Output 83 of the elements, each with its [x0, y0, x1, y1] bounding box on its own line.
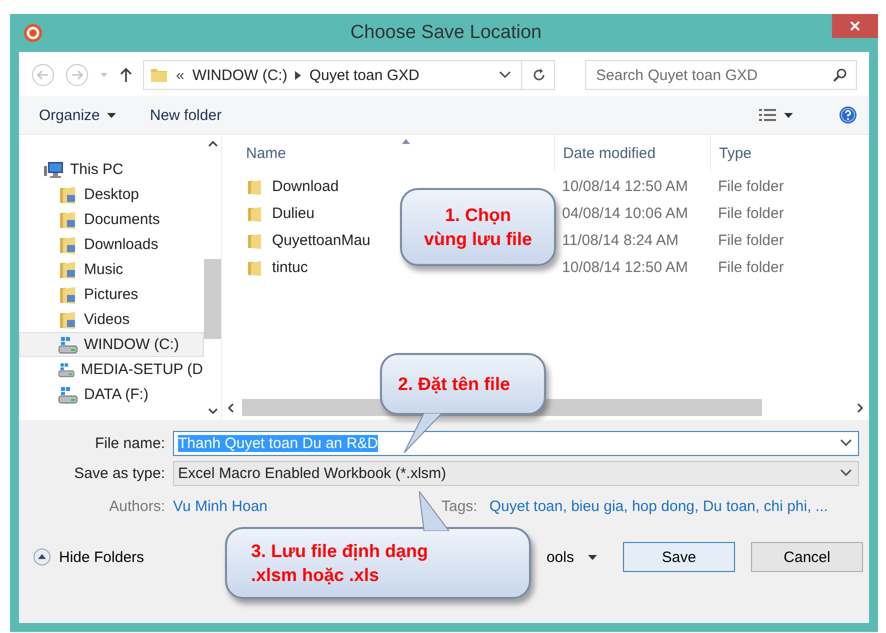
folder-icon: [58, 184, 78, 204]
dropdown-icon[interactable]: [840, 469, 852, 477]
file-type-dropdown[interactable]: Excel Macro Enabled Workbook (*.xlsm): [173, 460, 859, 486]
help-icon[interactable]: [839, 106, 857, 124]
up-arrow-icon[interactable]: [119, 67, 133, 83]
computer-icon: [44, 160, 64, 178]
hide-folders-button[interactable]: Hide Folders: [33, 548, 144, 566]
app-icon: [23, 23, 43, 43]
breadcrumb[interactable]: Quyet toan GXD: [309, 66, 420, 84]
column-header[interactable]: Name: [222, 135, 554, 171]
file-name[interactable]: tintuc: [272, 259, 308, 276]
field-label: Authors:: [108, 498, 166, 514]
save-button[interactable]: Save: [623, 542, 735, 572]
address-bar[interactable]: « WINDOW (C:) Quyet toan GXD: [143, 60, 555, 90]
field-label: Save as type:: [73, 464, 166, 482]
caret-icon: [588, 554, 597, 560]
breadcrumb[interactable]: WINDOW (C:): [192, 66, 288, 84]
folder-icon: [58, 310, 78, 330]
type-cell-text: File folder: [717, 205, 785, 222]
date-cell-text: 11/08/14 8:24 AM: [561, 232, 680, 249]
date-cell-text: 10/08/14 12:50 AM: [561, 259, 689, 276]
nav-item[interactable]: This PC: [19, 157, 204, 182]
tools-menu[interactable]: ools: [540, 548, 603, 566]
field-label: Tags:: [442, 498, 478, 514]
new-folder-button[interactable]: New folder: [144, 104, 228, 126]
date-cell-text: 04/08/14 10:06 AM: [561, 205, 689, 222]
type-cell-text: File folder: [717, 178, 785, 195]
folder-icon: [246, 204, 264, 222]
folder-icon: [58, 260, 78, 280]
search-icon: [833, 68, 847, 82]
scroll-left-icon[interactable]: [228, 402, 234, 412]
tags-link[interactable]: Quyet toan, bieu gia, hop dong, Du toan, chi phi, ...: [489, 498, 828, 514]
organize-menu[interactable]: Organize: [33, 104, 122, 126]
search-field[interactable]: Search Quyet toan GXD: [585, 60, 857, 90]
callout: 2. Đặt tên file: [380, 353, 546, 415]
authors-link[interactable]: Vu Minh Hoan: [173, 498, 268, 514]
nav-item[interactable]: DATA (F:): [19, 382, 204, 407]
window-title: Choose Save Location: [350, 22, 543, 44]
refresh-icon[interactable]: [532, 68, 546, 82]
folder-icon: [58, 234, 78, 254]
drive-icon: [58, 386, 78, 404]
column-header[interactable]: Date modified: [554, 135, 710, 171]
callout: 1. Chọn vùng lưu file: [400, 188, 556, 266]
scroll-up-icon[interactable]: [208, 141, 218, 147]
type-cell-text: File folder: [717, 259, 785, 276]
column-header[interactable]: Type: [710, 135, 869, 171]
nav-item[interactable]: Music: [19, 257, 204, 282]
collapse-icon: [33, 548, 51, 566]
nav-item[interactable]: WINDOW (C:): [19, 332, 204, 357]
sort-caret-icon: [402, 139, 410, 144]
folder-icon: [246, 258, 264, 276]
folder-icon: [246, 178, 264, 196]
nav-item[interactable]: Videos: [19, 307, 204, 332]
file-name[interactable]: QuyettoanMau: [272, 232, 370, 249]
view-options-icon[interactable]: [759, 108, 793, 122]
caret-icon: [106, 112, 116, 118]
breadcrumb-arrow-icon[interactable]: [295, 70, 302, 80]
nav-item[interactable]: Desktop: [19, 182, 204, 207]
folder-icon: [58, 210, 78, 230]
dropdown-icon[interactable]: [499, 71, 511, 79]
scroll-right-icon[interactable]: [857, 402, 863, 412]
file-name[interactable]: Download: [272, 178, 339, 195]
folder-icon: [58, 284, 78, 304]
cancel-button[interactable]: Cancel: [751, 542, 863, 572]
dropdown-icon[interactable]: [840, 439, 852, 447]
folder-icon: [150, 66, 168, 84]
file-name[interactable]: Dulieu: [272, 205, 315, 222]
callout: 3. Lưu file định dạng .xlsm hoặc .xls: [225, 527, 531, 599]
close-icon: [849, 20, 861, 32]
nav-item[interactable]: Pictures: [19, 282, 204, 307]
overflow-chevron[interactable]: «: [176, 66, 184, 84]
close-button[interactable]: [832, 14, 878, 38]
date-cell-text: 10/08/14 12:50 AM: [561, 178, 689, 195]
type-cell-text: File folder: [717, 232, 785, 249]
callout-pointer: [404, 413, 444, 453]
nav-item[interactable]: Downloads: [19, 232, 204, 257]
drive-icon: [58, 336, 78, 354]
field-label: File name:: [94, 434, 166, 452]
nav-item[interactable]: Documents: [19, 207, 204, 232]
folder-icon: [246, 232, 264, 250]
nav-item[interactable]: MEDIA-SETUP (D: [19, 357, 204, 382]
drive-icon: [58, 360, 75, 378]
scroll-down-icon[interactable]: [208, 408, 218, 414]
